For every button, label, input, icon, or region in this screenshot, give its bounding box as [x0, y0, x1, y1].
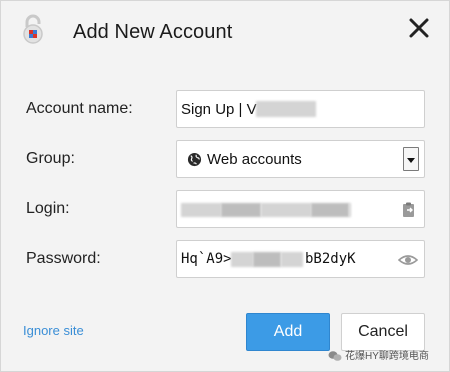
password-label: Password: — [26, 250, 101, 267]
redacted-text — [256, 101, 316, 117]
password-value-start: Hq`A9> — [181, 251, 232, 267]
chevron-down-icon[interactable] — [403, 147, 419, 171]
close-icon[interactable] — [407, 16, 431, 40]
paste-icon[interactable] — [400, 201, 418, 219]
redacted-text — [281, 252, 303, 267]
group-value: Web accounts — [207, 151, 302, 168]
account-name-label: Account name: — [26, 100, 133, 117]
login-label: Login: — [26, 200, 70, 217]
redacted-text — [221, 203, 261, 217]
chat-bubble-icon — [328, 351, 342, 362]
redacted-text — [253, 252, 281, 267]
watermark-text: 花爆HY聊跨境电商 — [345, 351, 429, 362]
account-name-input[interactable]: Sign Up | V — [176, 90, 425, 128]
account-name-value: Sign Up | V — [181, 101, 257, 118]
dialog-title: Add New Account — [73, 21, 233, 43]
group-label: Group: — [26, 150, 75, 167]
globe-icon — [187, 152, 202, 167]
password-value-end: bB2dyK — [305, 251, 356, 267]
redacted-text — [231, 252, 253, 267]
password-input[interactable]: Hq`A9> bB2dyK — [176, 240, 425, 278]
redacted-text — [181, 203, 221, 217]
add-account-dialog: Add New Account Account name: Sign Up | … — [0, 0, 450, 372]
ignore-site-link[interactable]: Ignore site — [23, 323, 84, 338]
redacted-text — [311, 203, 349, 217]
add-button[interactable]: Add — [246, 313, 330, 351]
watermark: 花爆HY聊跨境电商 — [328, 347, 429, 363]
cancel-button[interactable]: Cancel — [341, 313, 425, 351]
group-select[interactable]: Web accounts — [176, 140, 425, 178]
eye-icon[interactable] — [398, 251, 418, 269]
lock-logo-icon — [23, 14, 43, 44]
login-input[interactable] — [176, 190, 425, 228]
redacted-text — [261, 203, 311, 217]
redacted-text — [349, 203, 351, 217]
